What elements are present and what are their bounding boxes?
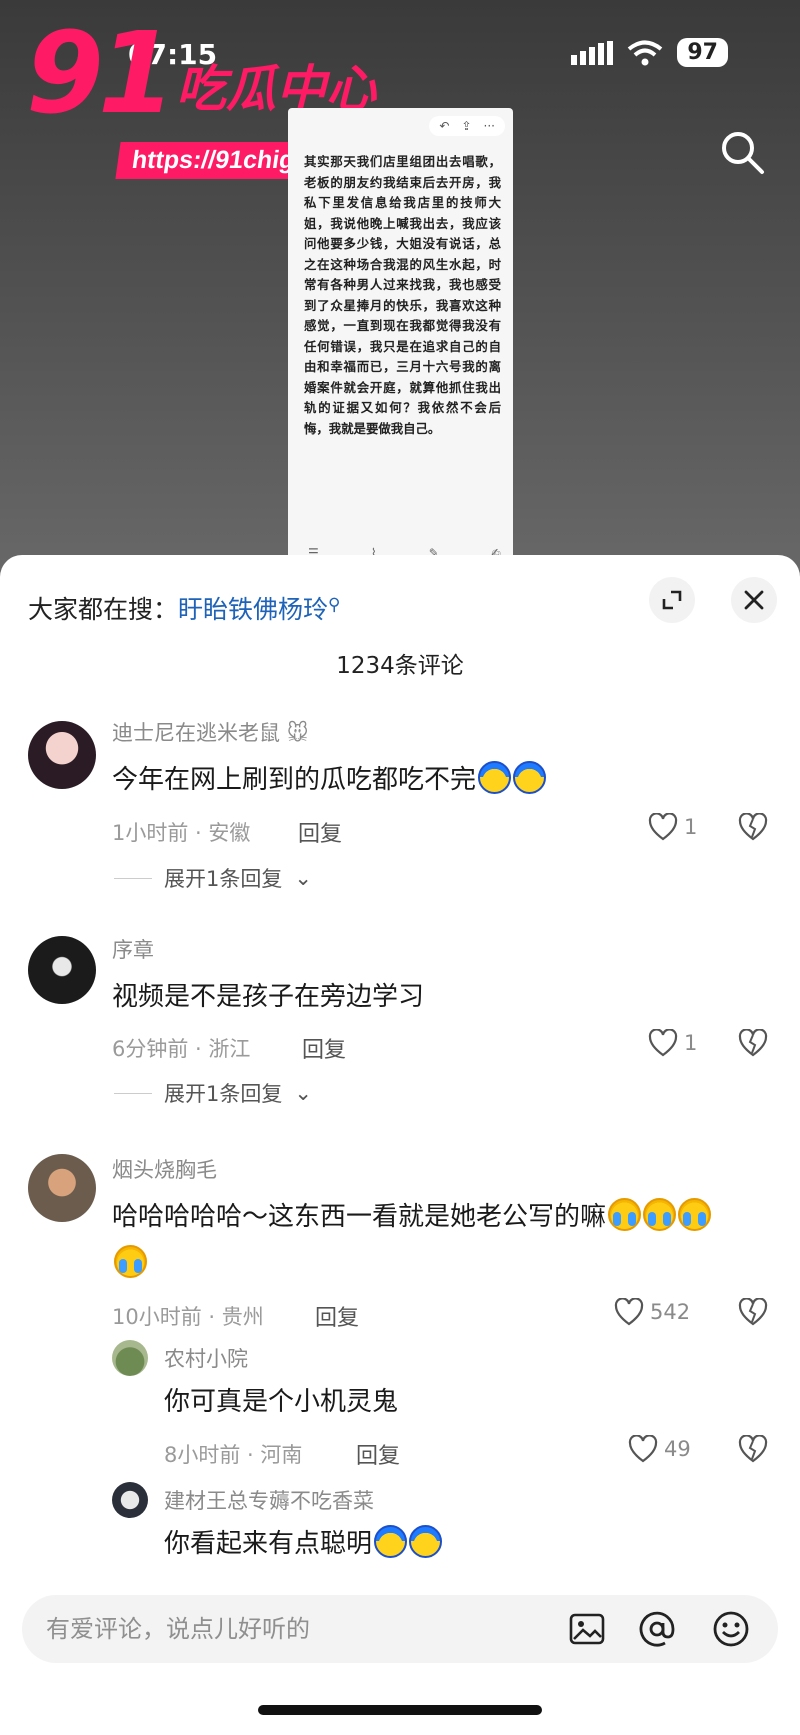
watermark-title: 吃瓜中心 [176, 60, 376, 118]
home-indicator[interactable] [258, 1705, 542, 1715]
like-button[interactable]: 49 [628, 1435, 691, 1463]
watermark-number: 91 [26, 9, 176, 139]
reply-author[interactable]: 农村小院 [164, 1343, 248, 1373]
expand-sheet-button[interactable] [649, 577, 695, 623]
reply-meta: 8小时前 · 河南 [164, 1443, 303, 1467]
comment-meta: 10小时前 · 贵州 [112, 1305, 264, 1329]
comment-text: 今年在网上刷到的瓜吃都吃不完 [112, 760, 547, 800]
trending-search-label: 大家都在搜： [28, 595, 179, 624]
video-background[interactable]: 07:15 97 91 吃瓜中心 https://91chigua19.com … [0, 0, 800, 600]
reply-button[interactable]: 回复 [302, 1032, 346, 1064]
battery-level: 97 [677, 38, 728, 67]
screenshot-toolbar: ↶ ⇪ ··· [429, 116, 505, 136]
comment-count: 1234条评论 [336, 653, 464, 679]
reply-button[interactable]: 回复 [315, 1300, 359, 1332]
comment-text-overflow [112, 1244, 147, 1284]
video-screenshot: ↶ ⇪ ··· 其实那天我们店里组团出去唱歌，老板的朋友约我结束后去开房，我私下… [288, 108, 513, 578]
undo-icon: ↶ [439, 119, 450, 133]
like-button[interactable]: 542 [614, 1298, 690, 1326]
mention-icon[interactable] [638, 1610, 676, 1648]
trending-search: 大家都在搜：盱眙铁佛杨玲⚲ [28, 590, 340, 626]
comment-text: 视频是不是孩子在旁边学习 [112, 982, 425, 1012]
status-icons: 97 [571, 38, 728, 67]
like-count: 1 [684, 1031, 698, 1055]
expand-replies-label: 展开1条回复 [164, 867, 283, 891]
mouse-emoji-icon: 🐭 [286, 721, 309, 745]
expand-line [114, 1092, 152, 1094]
crying-laughing-emoji-icon [643, 1198, 677, 1231]
crying-laughing-emoji-icon [608, 1198, 642, 1231]
reply-button[interactable]: 回复 [356, 1438, 400, 1470]
avatar[interactable] [28, 1154, 96, 1222]
reply-author[interactable]: 建材王总专薅不吃香菜 [164, 1485, 374, 1515]
blue-face-emoji-icon [478, 761, 512, 794]
expand-replies-button[interactable]: 展开1条回复 ⌄ [114, 1078, 312, 1108]
chevron-down-icon: ⌄ [294, 1081, 312, 1105]
close-icon [744, 590, 764, 610]
expand-replies-label: 展开1条回复 [164, 1082, 283, 1106]
search-small-icon: ⚲ [328, 595, 341, 615]
heart-icon [614, 1298, 644, 1326]
avatar[interactable] [112, 1482, 148, 1518]
broken-heart-icon[interactable] [738, 1435, 768, 1463]
blue-face-emoji-icon [374, 1525, 408, 1558]
broken-heart-icon[interactable] [738, 1298, 768, 1326]
comment-meta: 6分钟前 · 浙江 [112, 1037, 251, 1061]
crying-laughing-emoji-icon [678, 1198, 712, 1231]
comment-meta: 1小时前 · 安徽 [112, 821, 251, 845]
wifi-icon [628, 40, 663, 65]
like-count: 542 [650, 1300, 691, 1324]
comment-input-bar [22, 1595, 778, 1663]
reply-text: 你看起来有点聪明 [164, 1524, 443, 1564]
heart-icon [648, 1029, 678, 1057]
heart-icon [628, 1435, 658, 1463]
like-count: 1 [684, 815, 698, 839]
more-icon: ··· [483, 119, 495, 133]
chevron-down-icon: ⌄ [294, 866, 312, 890]
comment-author[interactable]: 迪士尼在逃米老鼠 🐭 [112, 717, 309, 747]
reply-item: 建材王总专薅不吃香菜 你看起来有点聪明 [0, 1482, 800, 1586]
avatar[interactable] [28, 721, 96, 789]
blue-face-emoji-icon [513, 761, 547, 794]
screenshot-note-text: 其实那天我们店里组团出去唱歌，老板的朋友约我结束后去开房，我私下里发信息给我店里… [304, 154, 501, 436]
emoji-icon[interactable] [712, 1610, 750, 1648]
image-icon[interactable] [568, 1610, 606, 1648]
broken-heart-icon[interactable] [738, 813, 768, 841]
crying-laughing-emoji-icon [114, 1245, 147, 1278]
expand-line [114, 877, 152, 879]
search-icon[interactable] [718, 128, 766, 176]
avatar[interactable] [28, 936, 96, 1004]
comment-text: 哈哈哈哈哈～这东西一看就是她老公写的嘛 [112, 1197, 712, 1237]
broken-heart-icon[interactable] [738, 1029, 768, 1057]
expand-icon [662, 590, 682, 610]
avatar[interactable] [112, 1340, 148, 1376]
comment-author[interactable]: 序章 [112, 934, 154, 964]
close-sheet-button[interactable] [731, 577, 777, 623]
heart-icon [648, 813, 678, 841]
comment-author[interactable]: 烟头烧胸毛 [112, 1154, 217, 1184]
reply-button[interactable]: 回复 [298, 816, 342, 848]
like-count: 49 [664, 1437, 691, 1461]
like-button[interactable]: 1 [648, 813, 697, 841]
expand-replies-button[interactable]: 展开1条回复 ⌄ [114, 863, 312, 893]
share-icon: ⇪ [461, 119, 472, 133]
signal-icon [571, 40, 614, 65]
trending-search-link[interactable]: 盱眙铁佛杨玲 [178, 595, 328, 624]
reply-text: 你可真是个小机灵鬼 [164, 1387, 399, 1417]
blue-face-emoji-icon [409, 1525, 443, 1558]
comment-input[interactable] [46, 1609, 526, 1649]
like-button[interactable]: 1 [648, 1029, 697, 1057]
